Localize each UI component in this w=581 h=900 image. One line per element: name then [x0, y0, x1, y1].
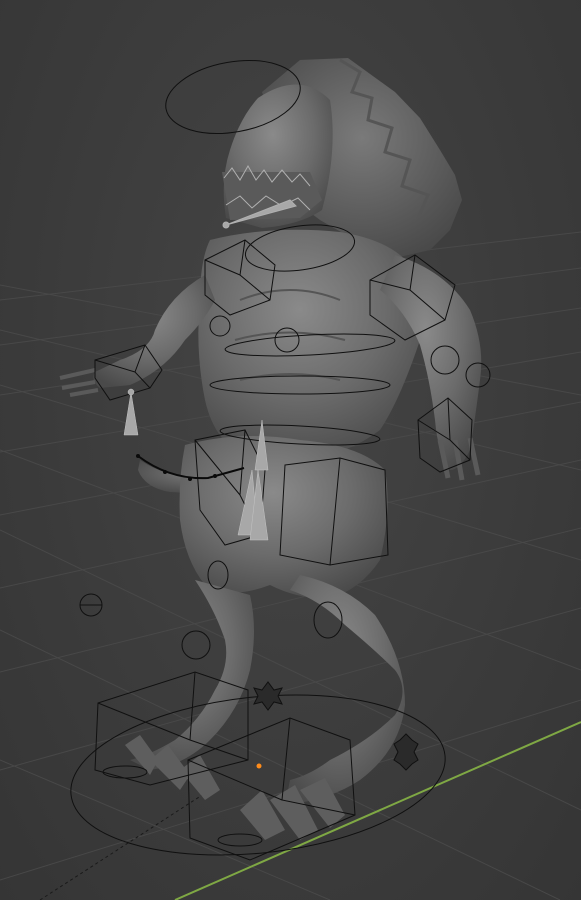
- relationship-line: [39, 789, 211, 900]
- creature-mesh[interactable]: [59, 58, 482, 840]
- 3d-viewport[interactable]: [0, 0, 581, 900]
- heel-l-ellipse[interactable]: [102, 765, 148, 779]
- ankle-l-circle[interactable]: [181, 630, 211, 660]
- heel-r-ellipse[interactable]: [217, 833, 263, 847]
- object-origin-icon: [256, 763, 262, 769]
- viewport-canvas[interactable]: [0, 0, 581, 900]
